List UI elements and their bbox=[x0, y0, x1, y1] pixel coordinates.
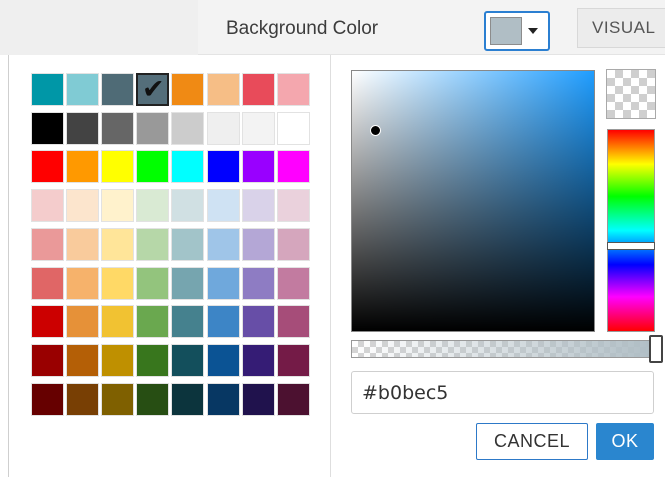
palette-swatch[interactable] bbox=[242, 344, 275, 377]
opacity-gradient bbox=[352, 341, 656, 357]
hue-slider-handle[interactable] bbox=[607, 241, 655, 250]
color-picker-popup: ✔ CANCEL OK bbox=[8, 55, 665, 477]
palette-swatch[interactable] bbox=[277, 383, 310, 416]
palette-swatch[interactable] bbox=[101, 150, 134, 183]
palette-swatch[interactable] bbox=[101, 383, 134, 416]
palette-swatch[interactable] bbox=[242, 189, 275, 222]
palette-swatch[interactable] bbox=[66, 267, 99, 300]
palette-swatch[interactable] bbox=[242, 267, 275, 300]
palette-swatch[interactable] bbox=[171, 150, 204, 183]
toolbar-left-area bbox=[0, 0, 198, 55]
palette-swatch[interactable] bbox=[31, 305, 64, 338]
palette-swatch[interactable] bbox=[171, 228, 204, 261]
palette-swatch[interactable] bbox=[277, 112, 310, 145]
palette-swatch[interactable] bbox=[66, 189, 99, 222]
palette-swatch[interactable] bbox=[66, 112, 99, 145]
palette-swatch[interactable] bbox=[171, 189, 204, 222]
ok-button[interactable]: OK bbox=[596, 423, 654, 460]
palette-swatch[interactable] bbox=[277, 305, 310, 338]
palette-swatch[interactable] bbox=[101, 228, 134, 261]
palette-swatch[interactable] bbox=[277, 73, 310, 106]
palette-swatch[interactable] bbox=[136, 150, 169, 183]
palette-swatch[interactable] bbox=[136, 344, 169, 377]
checkmark-icon: ✔ bbox=[142, 74, 165, 105]
palette-swatch[interactable] bbox=[277, 267, 310, 300]
palette-swatch[interactable] bbox=[136, 383, 169, 416]
palette-swatch[interactable] bbox=[31, 112, 64, 145]
palette-swatch[interactable] bbox=[242, 73, 275, 106]
palette-swatch[interactable] bbox=[31, 73, 64, 106]
hex-color-input[interactable] bbox=[351, 371, 654, 414]
palette-swatch[interactable] bbox=[31, 383, 64, 416]
palette-swatch[interactable]: ✔ bbox=[136, 73, 169, 106]
palette-swatch[interactable] bbox=[277, 344, 310, 377]
palette-swatch[interactable] bbox=[66, 383, 99, 416]
palette-swatch[interactable] bbox=[101, 73, 134, 106]
palette-swatch[interactable] bbox=[207, 305, 240, 338]
palette-swatch[interactable] bbox=[171, 73, 204, 106]
saturation-brightness-field[interactable] bbox=[351, 70, 595, 332]
palette-swatch[interactable] bbox=[136, 189, 169, 222]
palette-swatch[interactable] bbox=[242, 150, 275, 183]
cancel-button[interactable]: CANCEL bbox=[476, 423, 588, 460]
palette-swatch[interactable] bbox=[171, 305, 204, 338]
palette-swatch[interactable] bbox=[207, 267, 240, 300]
palette-swatch[interactable] bbox=[31, 189, 64, 222]
palette-swatch[interactable] bbox=[66, 73, 99, 106]
opacity-slider-handle[interactable] bbox=[649, 335, 663, 363]
current-color-swatch bbox=[490, 17, 522, 45]
palette-swatch[interactable] bbox=[207, 344, 240, 377]
palette-swatch[interactable] bbox=[66, 228, 99, 261]
palette-swatch[interactable] bbox=[207, 112, 240, 145]
preset-palette: ✔ bbox=[9, 55, 331, 477]
palette-swatch[interactable] bbox=[101, 112, 134, 145]
palette-swatch[interactable] bbox=[207, 189, 240, 222]
palette-swatch[interactable] bbox=[171, 267, 204, 300]
palette-swatch[interactable] bbox=[136, 267, 169, 300]
palette-swatch[interactable] bbox=[31, 267, 64, 300]
palette-swatch[interactable] bbox=[207, 150, 240, 183]
palette-swatch[interactable] bbox=[207, 383, 240, 416]
palette-swatch[interactable] bbox=[31, 228, 64, 261]
palette-swatch[interactable] bbox=[277, 189, 310, 222]
tab-visual[interactable]: VISUAL bbox=[577, 8, 665, 48]
palette-swatch[interactable] bbox=[66, 150, 99, 183]
palette-swatch[interactable] bbox=[277, 228, 310, 261]
palette-swatch[interactable] bbox=[136, 228, 169, 261]
palette-swatch[interactable] bbox=[101, 189, 134, 222]
palette-swatch[interactable] bbox=[31, 344, 64, 377]
palette-swatch[interactable] bbox=[66, 344, 99, 377]
palette-swatch[interactable] bbox=[242, 112, 275, 145]
background-color-label: Background Color bbox=[226, 18, 379, 39]
palette-swatch[interactable] bbox=[171, 112, 204, 145]
palette-swatch[interactable] bbox=[171, 344, 204, 377]
palette-swatch[interactable] bbox=[242, 383, 275, 416]
palette-swatch[interactable] bbox=[207, 228, 240, 261]
palette-swatch[interactable] bbox=[101, 305, 134, 338]
opacity-slider[interactable] bbox=[351, 340, 657, 358]
palette-swatch[interactable] bbox=[171, 383, 204, 416]
palette-swatch[interactable] bbox=[101, 344, 134, 377]
hue-slider[interactable] bbox=[607, 129, 655, 332]
chevron-down-icon bbox=[528, 28, 538, 34]
palette-swatch[interactable] bbox=[31, 150, 64, 183]
palette-swatch[interactable] bbox=[66, 305, 99, 338]
palette-swatch[interactable] bbox=[242, 305, 275, 338]
saturation-brightness-marker[interactable] bbox=[370, 125, 382, 137]
palette-swatch[interactable] bbox=[101, 267, 134, 300]
palette-swatch[interactable] bbox=[136, 112, 169, 145]
toolbar: Background Color VISUAL bbox=[0, 0, 665, 55]
palette-swatch[interactable] bbox=[277, 150, 310, 183]
palette-swatch[interactable] bbox=[207, 73, 240, 106]
palette-swatch[interactable] bbox=[136, 305, 169, 338]
background-color-dropdown[interactable] bbox=[484, 11, 550, 51]
transparent-color-button[interactable] bbox=[606, 69, 656, 119]
palette-swatch[interactable] bbox=[242, 228, 275, 261]
